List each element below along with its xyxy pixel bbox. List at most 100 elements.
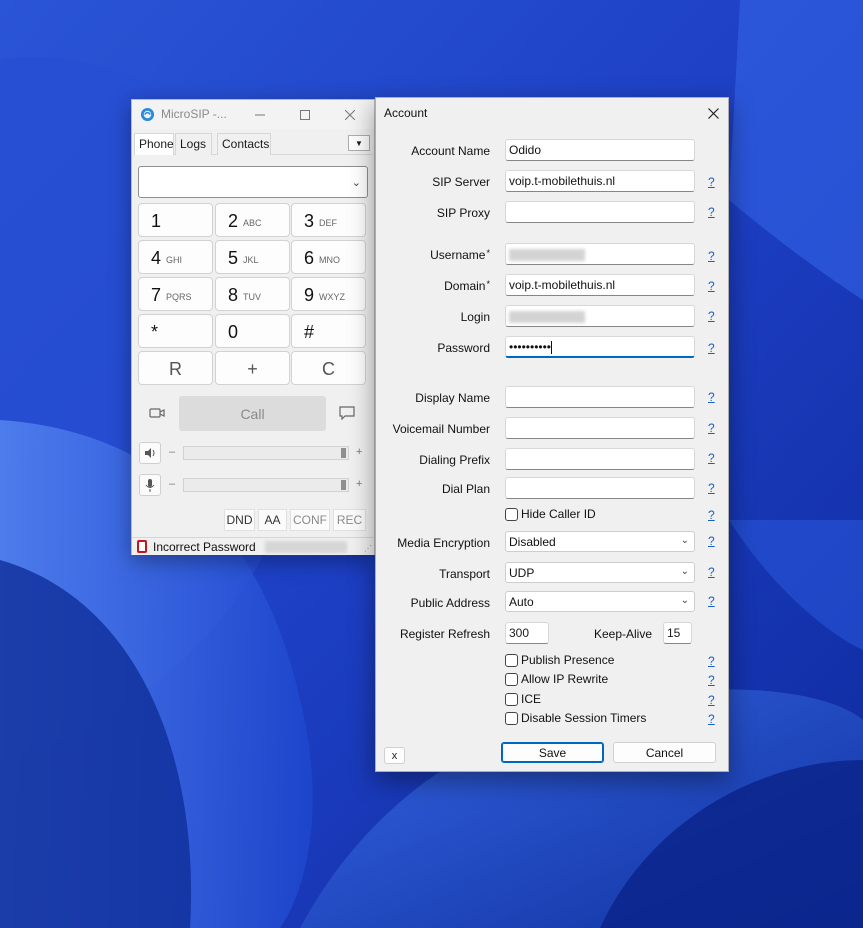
- tab-phone[interactable]: Phone: [134, 133, 174, 155]
- checkbox-box[interactable]: [505, 508, 518, 521]
- transport-help-link[interactable]: ?: [708, 565, 715, 579]
- public-address-label: Public Address: [410, 596, 490, 610]
- key-0[interactable]: 0: [215, 314, 290, 348]
- publish-presence-help-link[interactable]: ?: [708, 654, 715, 668]
- close-icon: [707, 107, 719, 119]
- hide-caller-id-help-link[interactable]: ?: [708, 508, 715, 522]
- tab-logs[interactable]: Logs: [175, 133, 212, 155]
- cancel-button[interactable]: Cancel: [613, 742, 716, 763]
- dial-plan-help-link[interactable]: ?: [708, 481, 715, 495]
- speaker-volume-slider[interactable]: [183, 446, 349, 460]
- dnd-button[interactable]: DND: [224, 509, 255, 531]
- username-label-text: Username: [430, 248, 486, 262]
- ice-help-link[interactable]: ?: [708, 693, 715, 707]
- login-input[interactable]: [505, 305, 695, 327]
- media-encryption-help-link[interactable]: ?: [708, 534, 715, 548]
- close-icon: [345, 109, 355, 120]
- chevron-down-icon[interactable]: ⌄: [352, 176, 361, 189]
- slider-thumb[interactable]: [341, 480, 346, 490]
- key-5[interactable]: 5 JKL: [215, 240, 290, 274]
- key-plus[interactable]: +: [215, 351, 290, 385]
- resize-grip-icon[interactable]: ⋰: [364, 544, 372, 553]
- microphone-volume-slider[interactable]: [183, 478, 349, 492]
- sip-server-help-link[interactable]: ?: [708, 175, 715, 189]
- checkbox-box[interactable]: [505, 693, 518, 706]
- microphone-mute-button[interactable]: [139, 474, 161, 496]
- key-digit: 7: [151, 285, 162, 305]
- call-button[interactable]: Call: [179, 396, 326, 431]
- message-button[interactable]: [328, 396, 366, 430]
- voicemail-help-link[interactable]: ?: [708, 421, 715, 435]
- sip-proxy-input[interactable]: [505, 201, 695, 223]
- domain-input[interactable]: voip.t-mobilethuis.nl: [505, 274, 695, 296]
- register-refresh-input[interactable]: 300: [505, 622, 549, 644]
- register-refresh-label: Register Refresh: [399, 627, 490, 641]
- display-name-input[interactable]: [505, 386, 695, 408]
- dial-plan-input[interactable]: [505, 477, 695, 499]
- microphone-plus: +: [356, 478, 363, 490]
- maximize-button[interactable]: [283, 100, 327, 129]
- delete-account-button[interactable]: x: [384, 747, 405, 764]
- key-3[interactable]: 3 DEF: [291, 203, 366, 237]
- dialog-close-button[interactable]: [698, 102, 728, 124]
- key-1[interactable]: 1: [138, 203, 213, 237]
- key-redial[interactable]: R: [138, 351, 213, 385]
- key-6[interactable]: 6 MNO: [291, 240, 366, 274]
- dialing-prefix-input[interactable]: [505, 448, 695, 470]
- main-menu-button[interactable]: ▼: [348, 135, 370, 151]
- checkbox-box[interactable]: [505, 712, 518, 725]
- auto-answer-button[interactable]: AA: [258, 509, 287, 531]
- sip-proxy-help-link[interactable]: ?: [708, 205, 715, 219]
- key-letters: TUV: [243, 292, 261, 302]
- key-7[interactable]: 7 PQRS: [138, 277, 213, 311]
- key-hash[interactable]: #: [291, 314, 366, 348]
- record-button[interactable]: REC: [333, 509, 366, 531]
- public-address-help-link[interactable]: ?: [708, 594, 715, 608]
- key-digit: 4: [151, 248, 162, 268]
- key-4[interactable]: 4 GHI: [138, 240, 213, 274]
- close-button[interactable]: [328, 100, 372, 129]
- domain-help-link[interactable]: ?: [708, 279, 715, 293]
- public-address-select[interactable]: Auto ⌄: [505, 591, 695, 612]
- key-digit: 9: [304, 285, 315, 305]
- speaker-mute-button[interactable]: [139, 442, 161, 464]
- disable-session-timers-help-link[interactable]: ?: [708, 712, 715, 726]
- media-encryption-select[interactable]: Disabled ⌄: [505, 531, 695, 552]
- key-letters: GHI: [166, 255, 183, 265]
- dial-number-input[interactable]: ⌄: [138, 166, 368, 198]
- video-call-button[interactable]: [138, 396, 176, 430]
- key-clear[interactable]: C: [291, 351, 366, 385]
- tab-contacts[interactable]: Contacts: [217, 133, 271, 155]
- allow-ip-rewrite-help-link[interactable]: ?: [708, 673, 715, 687]
- username-input[interactable]: [505, 243, 695, 265]
- key-star[interactable]: *: [138, 314, 213, 348]
- checkbox-box[interactable]: [505, 654, 518, 667]
- slider-thumb[interactable]: [341, 448, 346, 458]
- display-name-help-link[interactable]: ?: [708, 390, 715, 404]
- minimize-button[interactable]: [238, 100, 282, 129]
- microsip-titlebar[interactable]: MicroSIP -...: [132, 100, 374, 129]
- key-letters: WXYZ: [319, 292, 345, 302]
- transport-label: Transport: [439, 567, 490, 581]
- account-name-input[interactable]: Odido: [505, 139, 695, 161]
- video-camera-icon: [149, 408, 165, 418]
- key-9[interactable]: 9 WXYZ: [291, 277, 366, 311]
- transport-select[interactable]: UDP ⌄: [505, 562, 695, 583]
- sip-proxy-label: SIP Proxy: [436, 206, 490, 220]
- sip-server-label: SIP Server: [432, 175, 490, 189]
- key-2[interactable]: 2 ABC: [215, 203, 290, 237]
- sip-server-input[interactable]: voip.t-mobilethuis.nl: [505, 170, 695, 192]
- username-help-link[interactable]: ?: [708, 249, 715, 263]
- key-8[interactable]: 8 TUV: [215, 277, 290, 311]
- conference-button[interactable]: CONF: [290, 509, 330, 531]
- save-button[interactable]: Save: [501, 742, 604, 763]
- password-help-link[interactable]: ?: [708, 341, 715, 355]
- dialing-prefix-help-link[interactable]: ?: [708, 451, 715, 465]
- login-help-link[interactable]: ?: [708, 309, 715, 323]
- checkbox-box[interactable]: [505, 673, 518, 686]
- keep-alive-input[interactable]: 15: [663, 622, 692, 644]
- account-dialog: Account Account Name Odido SIP Server vo…: [375, 97, 729, 772]
- microsip-window-title: MicroSIP -...: [161, 107, 227, 121]
- password-input[interactable]: ••••••••••: [505, 336, 695, 358]
- voicemail-input[interactable]: [505, 417, 695, 439]
